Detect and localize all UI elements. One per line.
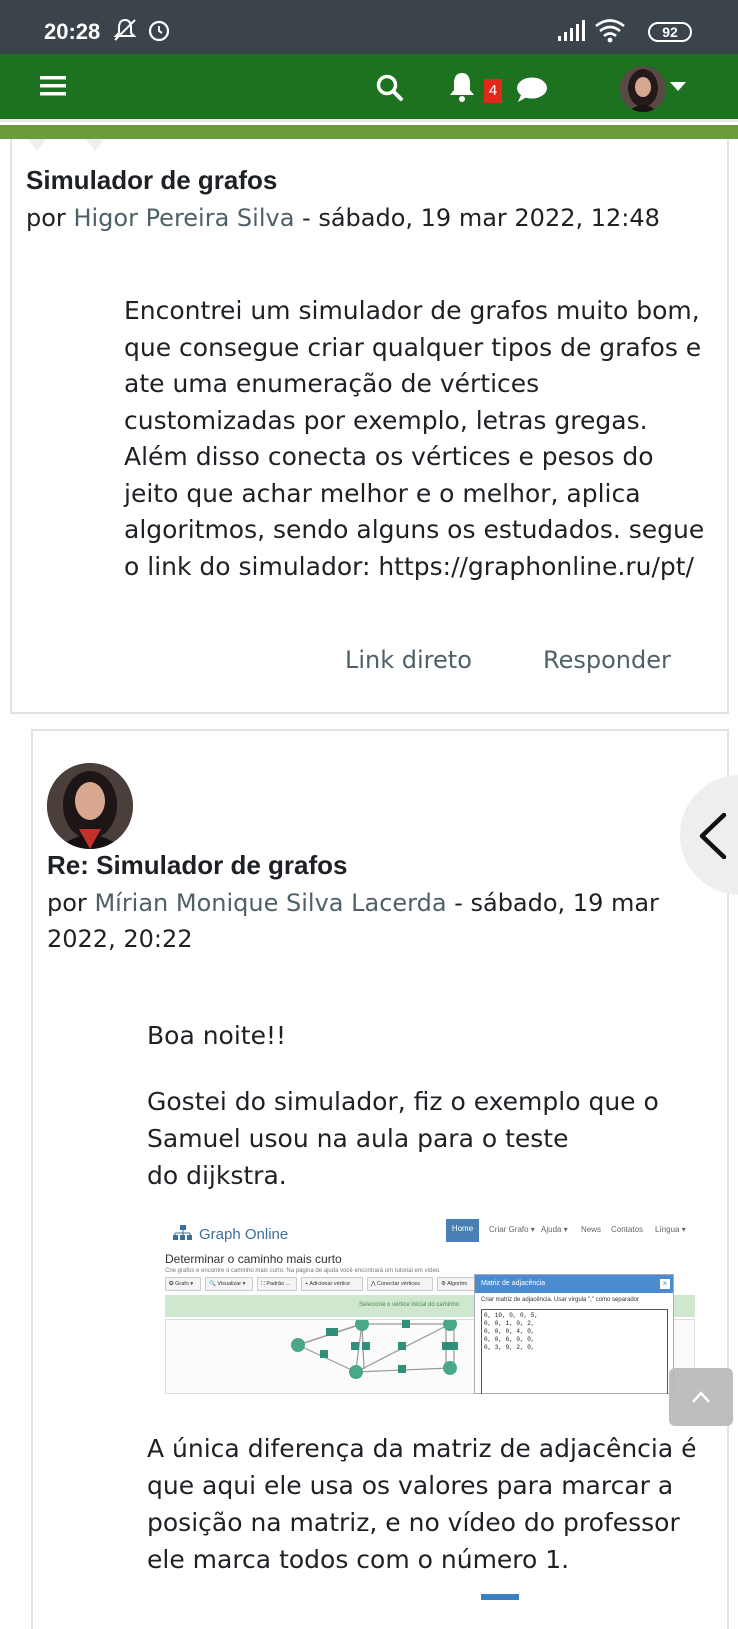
bell-icon[interactable] — [446, 70, 480, 104]
edge-label — [398, 1342, 406, 1350]
toolbar-button: + Adicionar vértice — [301, 1277, 363, 1291]
embedded-heading: Determinar o caminho mais curto — [165, 1252, 342, 1266]
edge-label — [351, 1342, 359, 1350]
toolbar-button: ⋀ Conectar vértices — [367, 1277, 433, 1291]
post-title: Simulador de grafos — [26, 165, 278, 195]
nav-item: Ajuda ▾ — [541, 1225, 568, 1234]
body-line: algoritmos, sendo alguns os estudados. s… — [124, 515, 705, 544]
dialog-title: Matriz de adjacência — [475, 1275, 673, 1293]
by-label: por — [47, 889, 87, 917]
matrix-textarea: 0, 10, 0, 0, 5, 0, 0, 1, 0, 2, 0, 0, 0, … — [481, 1309, 668, 1394]
body-line: que consegue criar qualquer tipos de gra… — [124, 332, 702, 362]
nav-item: Criar Grafo ▾ — [489, 1225, 535, 1234]
edge-label — [402, 1320, 410, 1328]
adjacency-dialog: Matriz de adjacência × Criar matriz de a… — [474, 1274, 674, 1394]
graph-drawing — [291, 1317, 458, 1379]
alarm-icon — [148, 20, 170, 42]
reply-date-cont: 2022, 20:22 — [47, 925, 193, 953]
matrix-row: 0, 0, 0, 4, 0, — [484, 1328, 535, 1335]
body-line: Samuel usou na aula para o teste — [147, 1124, 569, 1153]
edge-label — [362, 1342, 370, 1350]
graph-node — [443, 1361, 457, 1375]
status-time: 20:28 — [44, 19, 101, 44]
user-photo — [620, 66, 666, 112]
body-line: jeito que achar melhor e o melhor, aplic… — [124, 478, 641, 508]
battery-icon: 92 — [648, 22, 692, 42]
reply-meta: por Mírian Monique Silva Lacerda - sábad… — [47, 885, 717, 957]
body-line: Gostei do simulador, fiz o exemplo que o — [147, 1087, 659, 1116]
avatar[interactable] — [620, 66, 666, 112]
embedded-screenshot[interactable]: Graph Online Home Criar Grafo ▾ Ajuda ▾ … — [159, 1219, 701, 1394]
close-icon: × — [660, 1279, 670, 1289]
matrix-row: 0, 0, 6, 0, 0, — [484, 1336, 535, 1343]
edge-label — [320, 1350, 328, 1358]
back-to-top-button[interactable] — [669, 1368, 733, 1426]
embedded-subheading: Crie grafos e encontre o caminho mais cu… — [165, 1268, 441, 1274]
reply-link[interactable]: Responder — [543, 646, 671, 674]
graph-node — [443, 1317, 457, 1331]
post-meta: por Higor Pereira Silva - sábado, 19 mar… — [26, 200, 660, 236]
header-strip — [0, 125, 738, 139]
nav-item: News — [581, 1225, 602, 1234]
body-line: ele marca todos com o número 1. — [147, 1545, 570, 1574]
status-text: Selecione o vértice inicial do caminho — [359, 1302, 460, 1308]
reply-date: - sábado, 19 mar — [454, 889, 659, 917]
edge-label — [326, 1328, 338, 1336]
menu-icon[interactable] — [40, 74, 68, 98]
signal-icon — [558, 20, 585, 41]
partial-element — [481, 1594, 519, 1600]
bell-off-icon — [113, 18, 137, 41]
chat-icon[interactable] — [514, 76, 550, 104]
permalink-link[interactable]: Link direto — [345, 646, 472, 674]
embedded-toolbar: ✪ Grafo ▾ 🔍 Visualizar ▾ ⛶ Padrão ... + … — [165, 1277, 485, 1293]
graph-node — [349, 1365, 363, 1379]
body-line: Encontrei um simulador de grafos muito b… — [124, 296, 700, 325]
battery-level: 92 — [662, 24, 678, 40]
post-body: Encontrei um simulador de grafos muito b… — [124, 293, 714, 585]
sitemap-icon — [173, 1225, 192, 1240]
wifi-icon — [595, 19, 625, 43]
chevron-left-icon — [699, 813, 727, 859]
edge-label — [442, 1342, 450, 1350]
toolbar-button: ⛶ Padrão ... — [257, 1277, 297, 1291]
matrix-row: 0, 0, 1, 0, 2, — [484, 1320, 535, 1327]
reply-paragraph: Gostei do simulador, fiz o exemplo que o… — [147, 1083, 712, 1194]
toolbar-button: ⚙ Algoritm — [437, 1277, 477, 1291]
post-date: - sábado, 19 mar 2022, 12:48 — [302, 204, 660, 232]
matrix-row: 0, 3, 9, 2, 0, — [484, 1344, 535, 1351]
body-line: A única diferença da matriz de adjacênci… — [147, 1434, 697, 1463]
author-photo — [47, 763, 133, 849]
body-line: do dijkstra. — [147, 1161, 287, 1190]
dialog-label: Criar matriz de adjacência. Usar vírgula… — [481, 1297, 639, 1303]
author-link[interactable]: Higor Pereira Silva — [73, 204, 294, 232]
nav-item: Língua ▾ — [655, 1225, 686, 1234]
caret-down-icon[interactable] — [670, 82, 686, 92]
graph-node — [355, 1317, 369, 1331]
nav-item: Contatos — [611, 1225, 644, 1234]
edge-label — [450, 1342, 458, 1350]
status-bar: 20:28 92 — [0, 0, 738, 54]
body-line: ate uma enumeração de vértices — [124, 369, 540, 398]
author-link[interactable]: Mírian Monique Silva Lacerda — [94, 889, 446, 917]
body-line: que aqui ele usa os valores para marcar … — [147, 1471, 674, 1500]
toolbar-button: 🔍 Visualizar ▾ — [205, 1277, 253, 1291]
reply-paragraph: A única diferença da matriz de adjacênci… — [147, 1430, 712, 1578]
app-title: Graph Online — [199, 1226, 289, 1243]
body-line: posição na matriz, e no vídeo do profess… — [147, 1508, 680, 1537]
by-label: por — [26, 204, 66, 232]
author-avatar[interactable] — [47, 763, 133, 849]
matrix-row: 0, 10, 0, 0, 5, — [484, 1312, 539, 1319]
body-line: o link do simulador: https://graphonline… — [124, 551, 694, 581]
chevron-up-icon — [692, 1391, 710, 1403]
graph-node — [291, 1338, 305, 1352]
body-line: customizadas por exemplo, letras gregas. — [124, 405, 648, 435]
toolbar-button: ✪ Grafo ▾ — [165, 1277, 201, 1291]
edge-label — [398, 1365, 406, 1373]
notification-badge: 4 — [484, 79, 502, 103]
search-icon[interactable] — [375, 73, 405, 103]
reply-title: Re: Simulador de grafos — [47, 850, 348, 880]
greeting-text: Boa noite!! — [147, 1021, 287, 1050]
nav-home: Home — [446, 1219, 479, 1242]
body-line: Além disso conecta os vértices e pesos d… — [124, 442, 654, 471]
